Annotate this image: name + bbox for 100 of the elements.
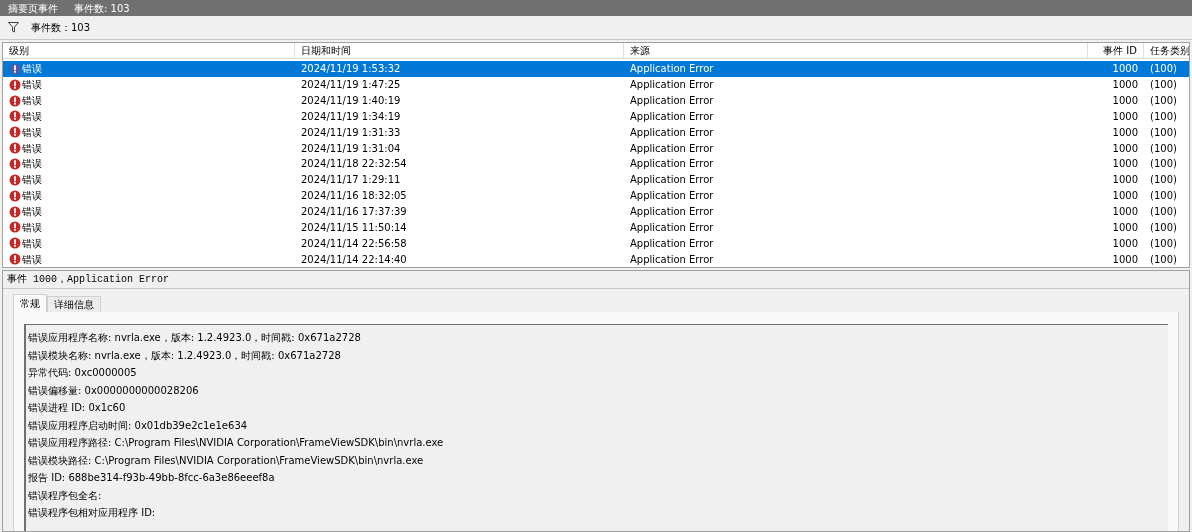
error-icon bbox=[9, 126, 21, 139]
table-cell-text: Application Error bbox=[629, 252, 715, 267]
level-text: 错误 bbox=[22, 94, 42, 109]
table-cell-text: Application Error bbox=[629, 236, 715, 251]
table-cell-text: 2024/11/19 1:34:19 bbox=[300, 109, 402, 124]
table-cell-text: Application Error bbox=[629, 94, 715, 109]
table-cell-text: 2024/11/18 22:32:54 bbox=[300, 157, 408, 172]
table-cell-text: 1000 bbox=[1111, 125, 1139, 140]
detail-line: 错误程序包相对应用程序 ID: bbox=[28, 506, 157, 521]
event-row[interactable]: 错误 2024/11/16 18:32:05 Application Error 1000 (100) bbox=[3, 187, 1189, 204]
event-row[interactable]: 错误 2024/11/17 1:29:11 Application Error 1000 (100) bbox=[3, 171, 1189, 188]
table-cell-text: 1000 bbox=[1111, 173, 1139, 188]
table-cell-text: 2024/11/19 1:53:32 bbox=[300, 62, 402, 77]
event-row[interactable]: 错误 2024/11/14 22:56:58 Application Error 1000 (100) bbox=[3, 235, 1189, 252]
event-count: 事件数: 103 bbox=[74, 1, 130, 16]
table-cell-text: 2024/11/16 17:37:39 bbox=[300, 205, 408, 219]
table-cell-text: 2024/11/14 22:14:40 bbox=[300, 252, 408, 267]
error-icon bbox=[9, 189, 21, 202]
table-cell-text: Application Error bbox=[629, 109, 715, 124]
detail-line: 错误进程 ID: 0x1c60 bbox=[28, 401, 127, 416]
level-text: 错误 bbox=[22, 141, 42, 156]
table-cell-text: 1000 bbox=[1111, 236, 1139, 251]
level-text: 错误 bbox=[22, 189, 42, 204]
table-cell-text: (100) bbox=[1149, 189, 1178, 204]
level-text: 错误 bbox=[22, 205, 42, 219]
column-header[interactable]: 日期和时间 bbox=[295, 43, 624, 58]
table-cell-text: 1000 bbox=[1111, 141, 1139, 156]
table-cell-text: 2024/11/15 11:50:14 bbox=[300, 220, 408, 235]
table-cell-text: 2024/11/19 1:47:25 bbox=[300, 78, 402, 93]
table-cell-text: 2024/11/14 22:56:58 bbox=[300, 236, 408, 251]
detail-line: 错误程序包全名: bbox=[28, 488, 103, 503]
event-row[interactable]: 错误 2024/11/16 17:37:39 Application Error 1000 (100) bbox=[3, 203, 1189, 220]
error-icon bbox=[9, 237, 21, 250]
table-cell-text: 1000 bbox=[1111, 220, 1139, 235]
level-text: 错误 bbox=[22, 173, 42, 188]
column-header[interactable]: 来源 bbox=[624, 43, 1088, 58]
level-text: 错误 bbox=[22, 125, 42, 140]
table-cell-text: (100) bbox=[1149, 205, 1178, 219]
event-row[interactable]: 错误 2024/11/14 22:14:40 Application Error 1000 (100) bbox=[3, 251, 1189, 267]
table-cell-text: Application Error bbox=[629, 189, 715, 204]
table-cell-text: 2024/11/16 18:32:05 bbox=[300, 189, 408, 204]
table-cell-text: (100) bbox=[1149, 236, 1178, 251]
column-header[interactable]: 任务类别 bbox=[1144, 43, 1189, 58]
error-icon bbox=[9, 157, 21, 170]
table-cell-text: (100) bbox=[1149, 157, 1178, 172]
table-cell-text: 1000 bbox=[1111, 62, 1139, 77]
event-row[interactable]: 错误 2024/11/19 1:47:25 Application Error 1000 (100) bbox=[3, 76, 1189, 93]
error-icon bbox=[9, 142, 21, 155]
column-header[interactable]: 级别 bbox=[3, 43, 295, 58]
event-row[interactable]: 错误 2024/11/15 11:50:14 Application Error 1000 (100) bbox=[3, 219, 1189, 236]
table-cell-text: 1000 bbox=[1111, 78, 1139, 93]
error-icon bbox=[9, 94, 21, 107]
tab[interactable]: 常规 bbox=[13, 294, 47, 312]
error-icon bbox=[9, 78, 21, 91]
error-icon bbox=[9, 173, 21, 186]
event-row[interactable]: 错误 2024/11/19 1:34:19 Application Error 1000 (100) bbox=[3, 108, 1189, 125]
level-text: 错误 bbox=[22, 220, 42, 235]
filter-icon[interactable] bbox=[8, 22, 19, 33]
table-cell-text: Application Error bbox=[629, 125, 715, 140]
table-cell-text: 1000 bbox=[1111, 157, 1139, 172]
detail-line: 错误应用程序路径: C:\Program Files\NVIDIA Corporation\FrameViewSDK\bin\nvrla.exe bbox=[28, 436, 445, 451]
event-row[interactable]: 错误 2024/11/18 22:32:54 Application Error 1000 (100) bbox=[3, 156, 1189, 172]
filter-count: 事件数：103 bbox=[31, 21, 91, 35]
table-cell-text: Application Error bbox=[629, 173, 715, 188]
table-cell-text: Application Error bbox=[629, 205, 715, 219]
panel-title: 摘要页事件 bbox=[8, 1, 58, 16]
error-icon bbox=[9, 62, 21, 75]
event-row[interactable]: 错误 2024/11/19 1:31:33 Application Error 1000 (100) bbox=[3, 124, 1189, 141]
detail-line: 异常代码: 0xc0000005 bbox=[28, 366, 138, 381]
error-icon bbox=[9, 205, 21, 218]
table-cell-text: (100) bbox=[1149, 94, 1178, 109]
table-cell-text: Application Error bbox=[629, 220, 715, 235]
level-text: 错误 bbox=[22, 236, 42, 251]
event-row[interactable]: 错误 2024/11/19 1:31:04 Application Error 1000 (100) bbox=[3, 140, 1189, 157]
table-cell-text: (100) bbox=[1149, 252, 1178, 267]
table-cell-text: 1000 bbox=[1111, 109, 1139, 124]
error-icon bbox=[9, 110, 21, 123]
table-cell-text: (100) bbox=[1149, 125, 1178, 140]
event-row[interactable]: 错误 2024/11/19 1:40:19 Application Error 1000 (100) bbox=[3, 92, 1189, 109]
level-text: 错误 bbox=[22, 109, 42, 124]
error-icon bbox=[9, 221, 21, 234]
column-header[interactable]: 事件 ID bbox=[1088, 43, 1144, 58]
level-text: 错误 bbox=[22, 78, 42, 93]
level-text: 错误 bbox=[22, 252, 42, 267]
tab[interactable]: 详细信息 bbox=[47, 296, 101, 312]
detail-line: 错误应用程序名称: nvrla.exe，版本: 1.2.4923.0，时间戳: 0x671a2728 bbox=[28, 331, 362, 346]
level-text: 错误 bbox=[22, 157, 42, 172]
detail-line: 错误模块名称: nvrla.exe，版本: 1.2.4923.0，时间戳: 0x671a2728 bbox=[28, 348, 342, 363]
table-cell-text: (100) bbox=[1149, 109, 1178, 124]
table-cell-text: 2024/11/17 1:29:11 bbox=[300, 173, 402, 188]
detail-line: 错误偏移量: 0x0000000000028206 bbox=[28, 383, 200, 398]
detail-line: 错误应用程序启动时间: 0x01db39e2c1e1e634 bbox=[28, 418, 249, 433]
table-cell-text: 2024/11/19 1:40:19 bbox=[300, 94, 402, 109]
table-cell-text: Application Error bbox=[629, 78, 715, 93]
table-cell-text: 1000 bbox=[1111, 205, 1139, 219]
table-cell-text: 2024/11/19 1:31:33 bbox=[300, 125, 402, 140]
detail-line: 报告 ID: 688be314-f93b-49bb-8fcc-6a3e86eeef8a bbox=[28, 471, 276, 486]
event-row[interactable]: 错误 2024/11/19 1:53:32 Application Error 1000 (100) bbox=[3, 61, 1189, 77]
table-cell-text: 2024/11/19 1:31:04 bbox=[300, 141, 402, 156]
event-header: 事件 1000，Application Error bbox=[7, 273, 170, 287]
